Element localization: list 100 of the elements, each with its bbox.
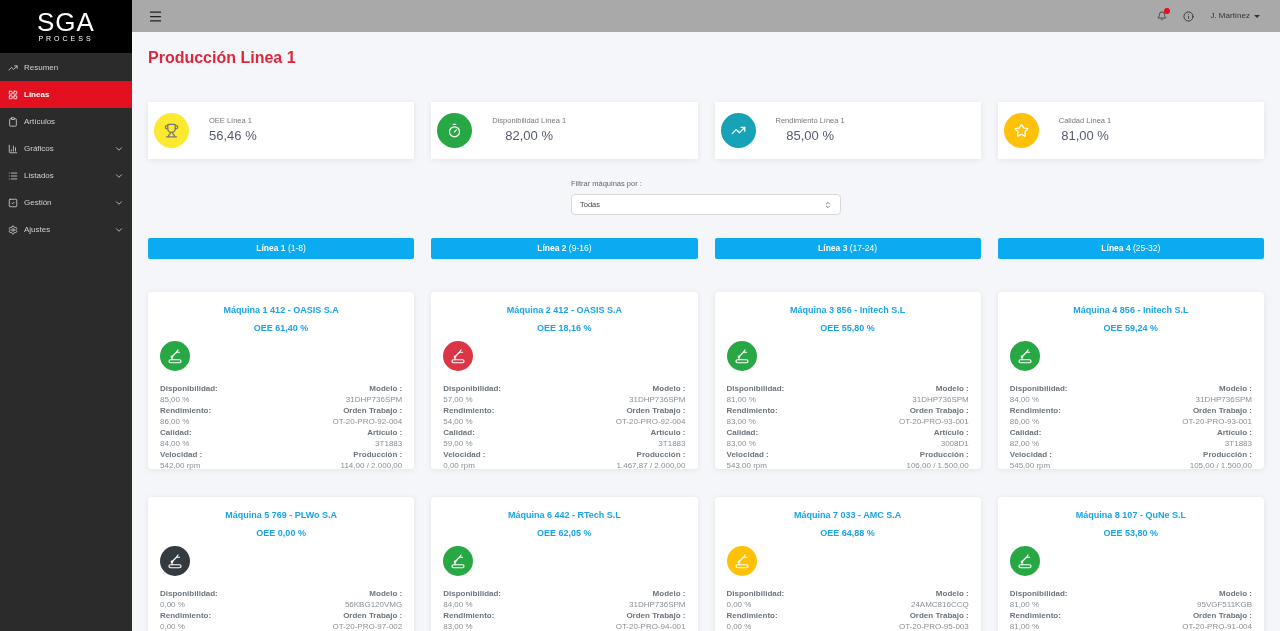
field-label: Disponibilidad:	[160, 588, 218, 600]
field-label: Rendimiento:	[1009, 610, 1061, 622]
sidebar-item[interactable]: Resumen	[0, 54, 132, 81]
machine-title: Máquina 4 856 - Initech S.L	[1072, 304, 1190, 318]
field-label: Rendimiento:	[726, 610, 778, 622]
field-value: OT-20-PRO-92-004	[332, 416, 403, 428]
field-value: 3T1883	[375, 438, 403, 450]
field-value: 84,00 %	[1009, 394, 1041, 406]
field-value: 114,00 / 2.000,00	[340, 460, 403, 472]
robot-arm-icon	[449, 552, 468, 571]
field-value: OT-20-PRO-92-004	[615, 416, 686, 428]
field-label: Velocidad :	[1009, 449, 1052, 461]
field-value: 545,00 rpm	[1009, 460, 1052, 472]
field-value: 86,00 %	[160, 416, 191, 428]
field-value: 31DHP736SPM	[629, 394, 686, 406]
star-icon	[1013, 123, 1029, 138]
machine-title: Máquina 7 033 - AMC S.A	[793, 509, 903, 523]
menu-icon[interactable]	[148, 8, 163, 24]
field-value: OT-20-PRO-91-004	[1182, 621, 1252, 631]
sidebar-item[interactable]: Líneas	[0, 81, 132, 108]
field-label: Orden Trabajo :	[1192, 610, 1252, 622]
kpi-value: 56,46 %	[209, 127, 257, 146]
field-label: Rendimiento:	[160, 405, 212, 417]
field-label: Disponibilidad:	[1009, 383, 1068, 395]
machine-oee: OEE 0,00 %	[255, 526, 307, 540]
field-value: OT-20-PRO-95-003	[898, 621, 969, 631]
field-value: 56KBG120VMG	[344, 599, 403, 611]
field-value: 543,00 rpm	[726, 460, 768, 472]
machine-oee: OEE 64,88 %	[819, 526, 876, 540]
machine-title: Máquina 2 412 - OASIS S.A	[505, 304, 623, 318]
field-label: Velocidad :	[443, 449, 486, 461]
field-label: Producción :	[1203, 449, 1252, 461]
field-label: Disponibilidad:	[443, 588, 502, 600]
field-label: Orden Trabajo :	[343, 610, 403, 622]
field-value: 84,00 %	[160, 438, 191, 450]
field-value: 3008D1	[940, 438, 969, 450]
sidebar-item[interactable]: Gráficos	[0, 135, 132, 162]
robot-arm-icon	[1015, 347, 1034, 366]
trophy-icon	[164, 123, 179, 138]
field-label: Velocidad :	[160, 449, 203, 461]
logo-title: SGA	[37, 9, 95, 34]
select-arrows-icon	[824, 200, 832, 209]
page-title: Producción Linea 1	[148, 48, 297, 66]
sidebar-item[interactable]: Ajustes	[0, 216, 132, 243]
user-menu[interactable]: J. Martínez	[1210, 10, 1260, 22]
field-value: 57,00 %	[443, 394, 474, 406]
robot-arm-icon	[1015, 552, 1034, 571]
field-label: Orden Trabajo :	[626, 610, 686, 622]
field-value: 1.467,87 / 2.000,00	[616, 460, 686, 472]
field-label: Orden Trabajo :	[1192, 405, 1252, 417]
field-value: 0,00 %	[726, 599, 753, 611]
sidebar-item[interactable]: Gestión	[0, 189, 132, 216]
field-label: Rendimiento:	[443, 405, 495, 417]
field-value: OT-20-PRO-93-001	[898, 416, 969, 428]
field-label: Disponibilidad:	[726, 588, 785, 600]
field-label: Modelo :	[1219, 588, 1252, 600]
field-value: 54,00 %	[443, 416, 474, 428]
field-label: Orden Trabajo :	[909, 610, 969, 622]
field-label: Modelo :	[935, 588, 969, 600]
notification-button[interactable]	[1157, 11, 1168, 21]
field-value: 105,00 / 1.500,00	[1189, 460, 1252, 472]
field-value: 86,00 %	[1009, 416, 1041, 428]
info-icon[interactable]	[1183, 10, 1195, 22]
robot-arm-icon	[166, 347, 184, 366]
field-value: 542,00 rpm	[160, 460, 202, 472]
field-value: 3T1883	[1224, 438, 1252, 450]
field-value: 83,00 %	[726, 416, 757, 428]
field-value: 81,00 %	[726, 394, 757, 406]
field-label: Disponibilidad:	[1009, 588, 1068, 600]
field-label: Artículo :	[1216, 427, 1252, 439]
field-value: OT-20-PRO-94-001	[615, 621, 686, 631]
machine-oee: OEE 59,24 %	[1102, 321, 1160, 335]
field-value: 31DHP736SPM	[345, 394, 403, 406]
field-value: 83,00 %	[443, 621, 474, 631]
field-value: 85,00 %	[160, 394, 191, 406]
field-label: Orden Trabajo :	[626, 405, 686, 417]
field-label: Producción :	[636, 449, 686, 461]
field-value: 0,00 %	[726, 621, 753, 631]
clipboard-icon	[8, 116, 18, 127]
settings-icon	[8, 224, 18, 235]
field-label: Rendimiento:	[1009, 405, 1061, 417]
machine-title: Máquina 5 769 - PLWo S.A	[224, 509, 339, 523]
field-value: 0,00 %	[160, 621, 186, 631]
field-label: Orden Trabajo :	[343, 405, 403, 417]
field-label: Disponibilidad:	[726, 383, 785, 395]
field-label: Modelo :	[369, 383, 403, 395]
robot-arm-icon	[449, 347, 468, 366]
field-value: 84,00 %	[443, 599, 474, 611]
sidebar-item[interactable]: Listados	[0, 162, 132, 189]
kpi-value: 81,00 %	[1060, 127, 1110, 146]
checkbox-icon	[8, 197, 18, 208]
machine-oee: OEE 53,80 %	[1102, 526, 1160, 540]
field-label: Calidad:	[443, 427, 475, 439]
robot-arm-icon	[166, 552, 184, 571]
field-label: Modelo :	[652, 588, 686, 600]
field-label: Modelo :	[935, 383, 969, 395]
field-value: 0,00 %	[160, 599, 186, 611]
sidebar-item[interactable]: Artículos	[0, 108, 132, 135]
field-label: Artículo :	[650, 427, 686, 439]
robot-arm-icon	[732, 347, 751, 366]
